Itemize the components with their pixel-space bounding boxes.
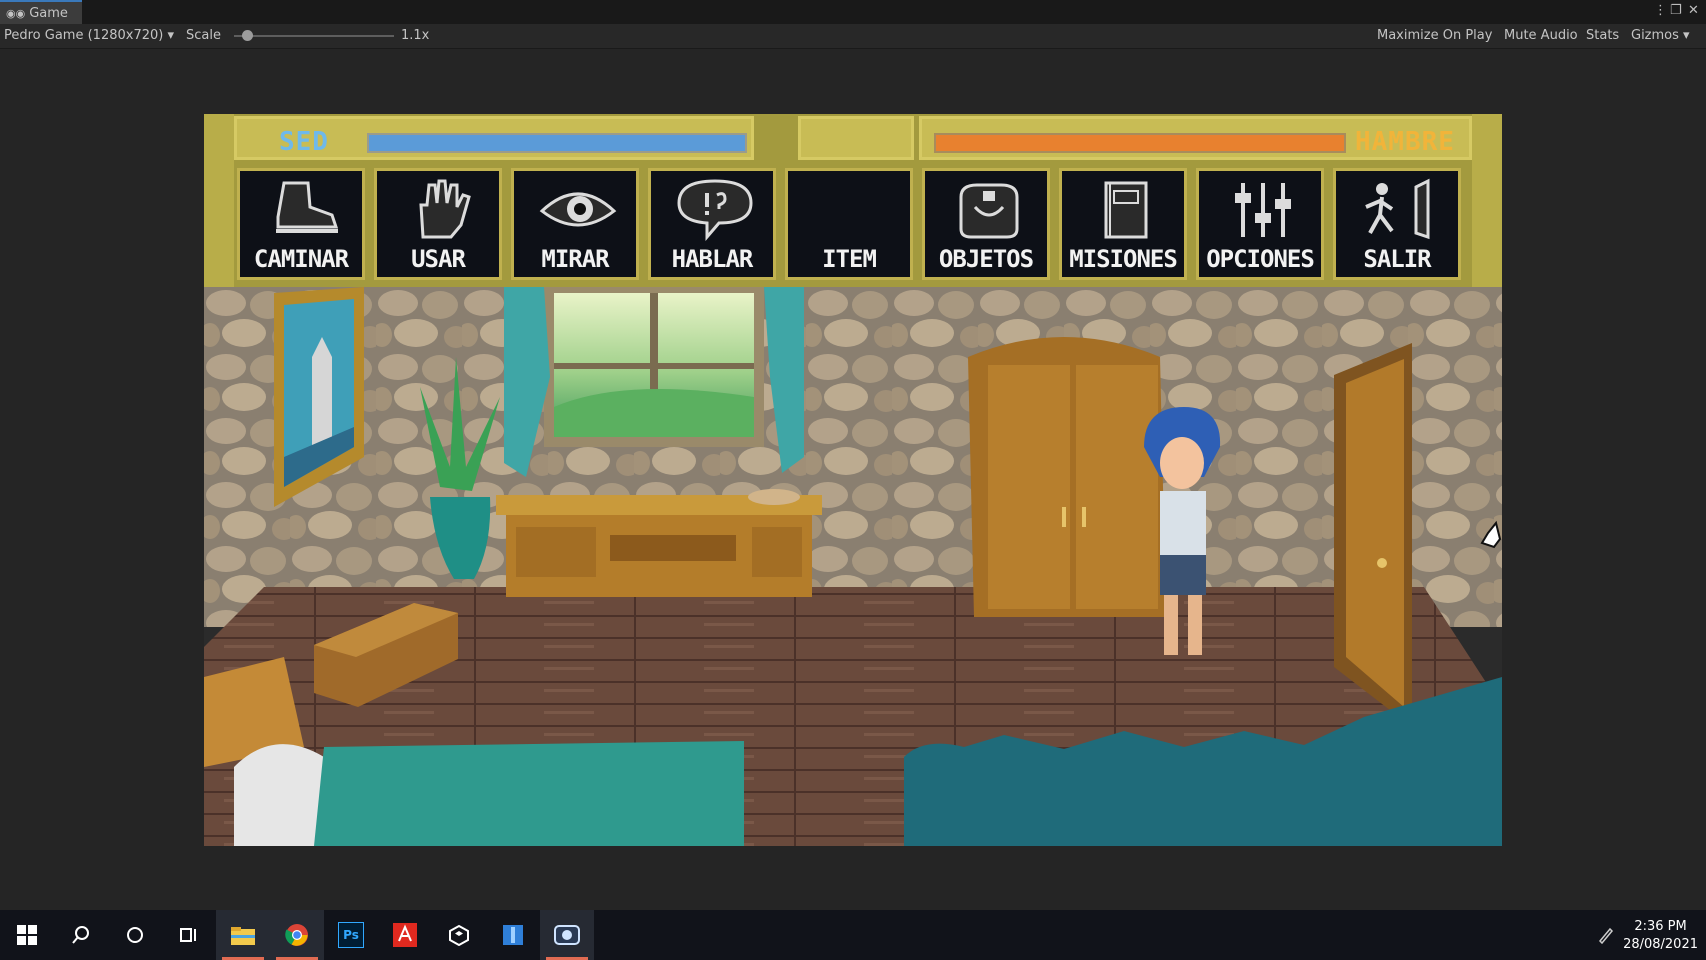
editor-tab-bar: ◉◉ Game ⋮ ❐ ✕ — [0, 0, 1706, 24]
sed-label: SED — [279, 127, 329, 157]
hambre-label: HAMBRE — [1355, 127, 1455, 157]
hand-icon — [419, 179, 471, 239]
scale-slider-handle[interactable] — [242, 30, 253, 41]
chrome-icon[interactable] — [270, 910, 324, 960]
cmd-usar-label: USAR — [411, 245, 466, 273]
cmd-item-label: ITEM — [822, 245, 877, 273]
acrobat-icon[interactable] — [378, 910, 432, 960]
close-icon[interactable]: ✕ — [1688, 3, 1699, 18]
dresser[interactable] — [496, 489, 822, 597]
cmd-usar[interactable]: USAR — [374, 168, 502, 280]
game-tab-label: Game — [29, 5, 68, 21]
cortana-icon[interactable] — [108, 910, 162, 960]
speech-bubble-icon — [677, 179, 753, 241]
scale-label: Scale — [186, 28, 221, 43]
gamepad-icon: ◉◉ — [6, 6, 26, 20]
cmd-misiones[interactable]: MISIONES — [1059, 168, 1187, 280]
game-view-toolbar: Pedro Game (1280x720) ▾ Scale 1.1x Maxim… — [0, 24, 1706, 49]
game-hud: SED HAMBRE CAMINAR USAR MIRAR HABLAR ITE… — [204, 114, 1502, 287]
windows-start-icon[interactable] — [0, 910, 54, 960]
cmd-mirar[interactable]: MIRAR — [511, 168, 639, 280]
task-view-icon[interactable] — [162, 910, 216, 960]
sed-bar-fill — [369, 135, 745, 151]
cmd-hablar-label: HABLAR — [671, 245, 754, 273]
sed-bar-track — [367, 133, 747, 153]
cmd-opciones[interactable]: OPCIONES — [1196, 168, 1324, 280]
exit-door-icon — [1365, 178, 1430, 240]
search-icon[interactable] — [54, 910, 108, 960]
gizmos-toggle[interactable]: Gizmos ▾ — [1631, 28, 1690, 43]
eye-icon — [539, 192, 617, 227]
room-scene — [204, 287, 1502, 846]
wardrobe[interactable] — [968, 337, 1166, 617]
cmd-objetos-label: OBJETOS — [938, 245, 1034, 273]
hambre-bar-fill — [936, 135, 1344, 151]
cmd-objetos[interactable]: OBJETOS — [922, 168, 1050, 280]
game-tab[interactable]: ◉◉ Game — [0, 0, 82, 24]
maximize-icon[interactable]: ❐ — [1670, 3, 1682, 18]
kebab-icon[interactable]: ⋮ — [1654, 3, 1667, 18]
clock-time: 2:36 PM — [1634, 919, 1687, 934]
display-resolution-select[interactable]: Pedro Game (1280x720) ▾ — [4, 28, 174, 43]
cmd-misiones-label: MISIONES — [1069, 245, 1178, 273]
stone-wall — [204, 287, 1502, 627]
file-explorer-icon[interactable] — [216, 910, 270, 960]
visual-studio-icon[interactable] — [486, 910, 540, 960]
cmd-caminar-label: CAMINAR — [253, 245, 349, 273]
cmd-mirar-label: MIRAR — [541, 245, 609, 273]
photoshop-icon[interactable]: Ps — [324, 910, 378, 960]
cmd-item[interactable]: ITEM — [785, 168, 913, 280]
item-slot-indicator — [798, 116, 914, 160]
photoshop-icon-text: Ps — [338, 922, 364, 948]
bag-icon — [959, 183, 1019, 239]
windows-taskbar: Ps 2:36 PM 28/08/2021 — [0, 910, 1706, 960]
sed-meter: SED — [234, 116, 754, 160]
cmd-opciones-label: OPCIONES — [1206, 245, 1315, 273]
clock-date: 28/08/2021 — [1623, 937, 1698, 952]
cmd-salir-label: SALIR — [1363, 245, 1431, 273]
stats-toggle[interactable]: Stats — [1586, 28, 1619, 43]
dropdown-caret-icon: ▾ — [167, 28, 175, 43]
scale-value: 1.1x — [401, 28, 430, 43]
unity-icon[interactable] — [432, 910, 486, 960]
hambre-meter: HAMBRE — [919, 116, 1472, 160]
dropdown-caret-icon: ▾ — [1683, 28, 1690, 43]
mute-audio-toggle[interactable]: Mute Audio — [1504, 28, 1578, 43]
game-screen[interactable]: SED HAMBRE CAMINAR USAR MIRAR HABLAR ITE… — [204, 114, 1502, 846]
cmd-salir[interactable]: SALIR — [1333, 168, 1461, 280]
boot-icon — [276, 181, 339, 233]
screen-recorder-icon[interactable] — [540, 910, 594, 960]
scale-slider[interactable] — [234, 35, 394, 37]
hambre-bar-track — [934, 133, 1346, 153]
gizmos-label: Gizmos — [1631, 28, 1679, 43]
cmd-hablar[interactable]: HABLAR — [648, 168, 776, 280]
door[interactable] — [1334, 343, 1412, 727]
cmd-caminar[interactable]: CAMINAR — [237, 168, 365, 280]
window[interactable] — [544, 287, 764, 447]
maximize-on-play-toggle[interactable]: Maximize On Play — [1377, 28, 1492, 43]
display-resolution-value: Pedro Game (1280x720) — [4, 28, 164, 43]
sliders-icon — [1235, 183, 1291, 237]
system-clock[interactable]: 2:36 PM 28/08/2021 — [1623, 918, 1698, 954]
book-icon — [1104, 181, 1148, 239]
